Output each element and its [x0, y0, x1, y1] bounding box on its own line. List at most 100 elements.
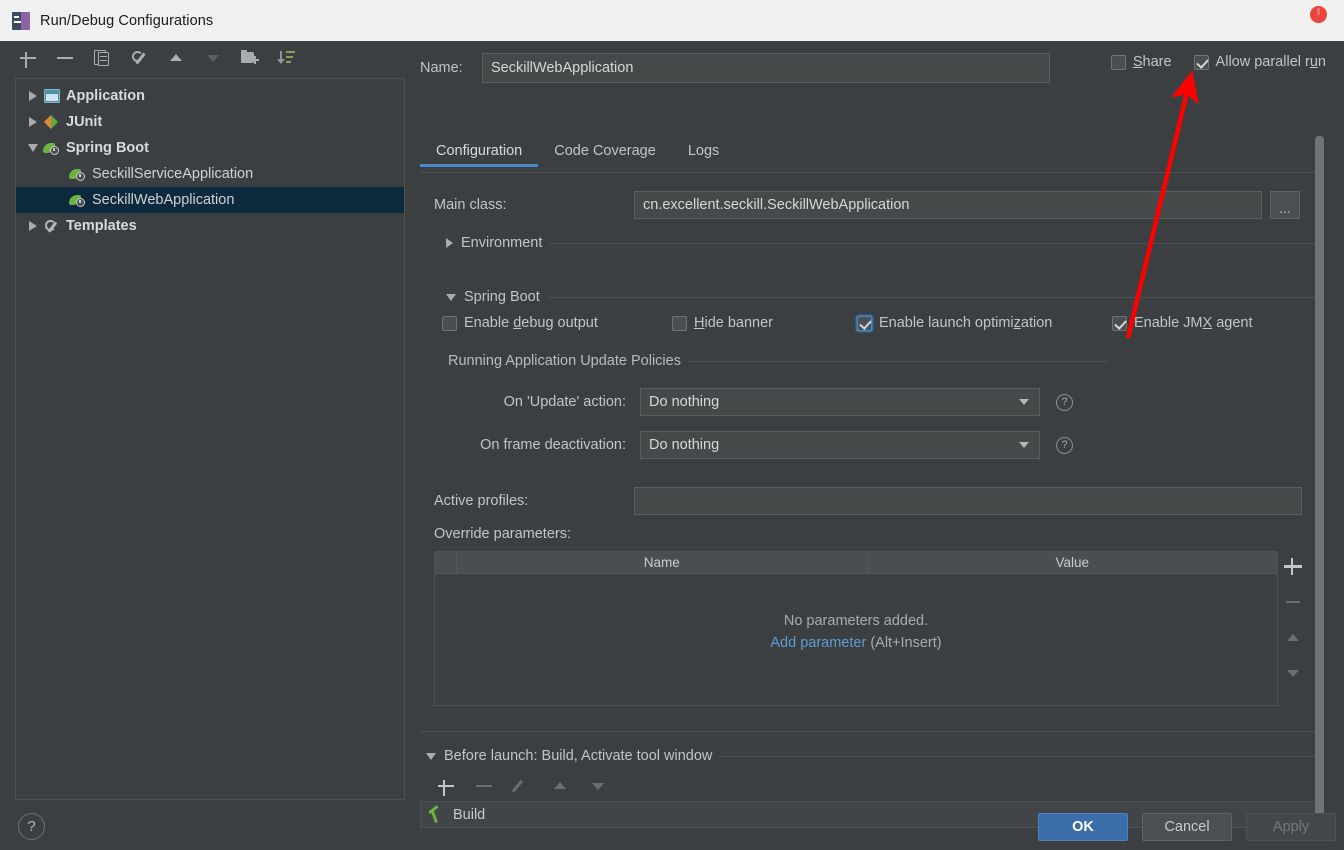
spring-boot-section-header[interactable]: Spring Boot: [446, 289, 1322, 305]
on-frame-deactivation-help-icon[interactable]: ?: [1056, 436, 1073, 454]
tab-code-coverage[interactable]: Code Coverage: [538, 141, 672, 167]
active-profiles-input[interactable]: [634, 487, 1302, 515]
tree-item-templates[interactable]: Templates: [16, 213, 404, 239]
main-class-browse-button[interactable]: ...: [1270, 191, 1300, 219]
remove-configuration-button[interactable]: [55, 48, 75, 68]
configurations-sidebar: Application JUnit Spring Boot SeckillSer…: [0, 41, 412, 850]
edit-task-button: [512, 776, 532, 796]
tab-logs[interactable]: Logs: [672, 141, 735, 167]
close-record-dot-icon[interactable]: [1310, 6, 1327, 23]
hide-banner-label: Hide banner: [694, 315, 774, 331]
column-header-value[interactable]: Value: [868, 552, 1278, 573]
hide-banner-item[interactable]: Hide banner: [672, 315, 857, 331]
help-button[interactable]: ?: [18, 813, 45, 840]
allow-parallel-run-checkbox-item[interactable]: Allow parallel run: [1193, 54, 1326, 70]
enable-jmx-agent-checkbox[interactable]: [1112, 315, 1127, 331]
collapse-arrow-icon[interactable]: [426, 752, 436, 760]
tab-configuration[interactable]: Configuration: [420, 141, 539, 167]
tree-item-label: SeckillWebApplication: [92, 192, 235, 208]
tab-divider: [420, 172, 1316, 173]
spring-boot-icon: [42, 139, 64, 157]
enable-jmx-agent-item[interactable]: Enable JMX agent: [1112, 315, 1253, 331]
section-divider: [688, 360, 1108, 362]
hide-banner-checkbox[interactable]: [672, 315, 687, 331]
tree-item-junit[interactable]: JUnit: [16, 109, 404, 135]
table-header: Name Value: [435, 552, 1277, 574]
tree-item-spring-boot[interactable]: Spring Boot: [16, 135, 404, 161]
configuration-editor-panel: Name: Share Allow parallel run Configura…: [412, 41, 1344, 850]
expand-arrow-icon[interactable]: [446, 238, 453, 248]
cancel-button[interactable]: Cancel: [1142, 813, 1232, 841]
expand-arrow-icon[interactable]: [24, 91, 42, 101]
enable-debug-output-item[interactable]: Enable debug output: [442, 315, 672, 331]
add-parameter-button[interactable]: [1283, 557, 1303, 575]
on-update-action-row: On 'Update' action: Do nothing ?: [444, 388, 1073, 416]
section-divider: [550, 242, 1322, 244]
on-frame-deactivation-select[interactable]: Do nothing: [640, 431, 1040, 459]
tree-item-application[interactable]: Application: [16, 83, 404, 109]
override-parameters-table[interactable]: Name Value No parameters added. Add para…: [434, 551, 1278, 706]
window-title: Run/Debug Configurations: [40, 12, 214, 29]
column-header-name[interactable]: Name: [457, 552, 868, 573]
add-parameter-line: Add parameter (Alt+Insert): [770, 635, 941, 651]
name-label: Name:: [420, 60, 463, 76]
configurations-tree[interactable]: Application JUnit Spring Boot SeckillSer…: [15, 78, 405, 800]
chevron-down-icon[interactable]: [1019, 399, 1029, 405]
copy-configuration-button[interactable]: [92, 48, 112, 68]
before-launch-divider: [420, 731, 1316, 732]
main-class-input[interactable]: [634, 191, 1262, 219]
hammer-icon: [427, 804, 445, 824]
update-policies-header: Running Application Update Policies: [448, 353, 1108, 369]
on-update-action-help-icon[interactable]: ?: [1056, 393, 1073, 411]
remove-task-button: [474, 776, 494, 796]
run-debug-configurations-dialog: Run/Debug Configurations Application JUn…: [0, 0, 1344, 850]
move-down-button[interactable]: [203, 48, 223, 68]
update-policies-title: Running Application Update Policies: [448, 353, 681, 369]
add-task-button[interactable]: [436, 776, 456, 796]
on-update-action-label: On 'Update' action:: [503, 394, 626, 410]
before-launch-toolbar: [436, 776, 608, 796]
active-profiles-label: Active profiles:: [434, 493, 529, 509]
empty-state-text: No parameters added.: [783, 612, 929, 629]
add-configuration-button[interactable]: [18, 48, 38, 68]
before-launch-task-label: Build: [453, 806, 486, 823]
sort-configurations-button[interactable]: [277, 48, 297, 68]
move-parameter-up-button: [1283, 629, 1303, 647]
name-input[interactable]: [482, 53, 1050, 83]
move-up-button[interactable]: [166, 48, 186, 68]
section-divider: [720, 755, 1316, 757]
wrench-icon: [42, 217, 64, 235]
tree-item-seckill-service-application[interactable]: SeckillServiceApplication: [16, 161, 404, 187]
add-parameter-shortcut: (Alt+Insert): [870, 634, 942, 651]
share-checkbox[interactable]: [1110, 54, 1126, 70]
move-task-up-button: [550, 776, 570, 796]
collapse-arrow-icon[interactable]: [446, 293, 456, 301]
edit-templates-button[interactable]: [129, 48, 149, 68]
ok-button[interactable]: OK: [1038, 813, 1128, 841]
allow-parallel-run-checkbox[interactable]: [1193, 54, 1209, 70]
tree-item-label: Templates: [66, 218, 137, 234]
dialog-buttons: OK Cancel Apply: [1038, 813, 1336, 841]
collapse-arrow-icon[interactable]: [24, 144, 42, 152]
environment-section-header[interactable]: Environment: [446, 235, 1322, 251]
add-parameter-link[interactable]: Add parameter: [770, 635, 866, 651]
spring-boot-icon: [68, 165, 90, 183]
tree-item-label: SeckillServiceApplication: [92, 166, 254, 182]
move-into-folder-button[interactable]: [240, 48, 260, 68]
enable-debug-output-checkbox[interactable]: [442, 315, 457, 331]
chevron-down-icon[interactable]: [1019, 442, 1029, 448]
on-update-action-select[interactable]: Do nothing: [640, 388, 1040, 416]
expand-arrow-icon[interactable]: [24, 221, 42, 231]
expand-arrow-icon[interactable]: [24, 117, 42, 127]
spring-boot-icon: [68, 191, 90, 209]
enable-launch-optimization-checkbox[interactable]: [857, 315, 872, 331]
share-checkbox-item[interactable]: Share: [1110, 54, 1172, 70]
junit-icon: [42, 113, 64, 131]
enable-debug-output-label: Enable debug output: [464, 315, 598, 331]
before-launch-header[interactable]: Before launch: Build, Activate tool wind…: [426, 748, 1316, 764]
enable-launch-optimization-item[interactable]: Enable launch optimization: [857, 315, 1112, 331]
tree-item-label: JUnit: [66, 114, 103, 130]
on-update-action-value: Do nothing: [649, 394, 720, 410]
tree-item-seckill-web-application[interactable]: SeckillWebApplication: [16, 187, 404, 213]
vertical-scrollbar[interactable]: [1315, 136, 1324, 821]
